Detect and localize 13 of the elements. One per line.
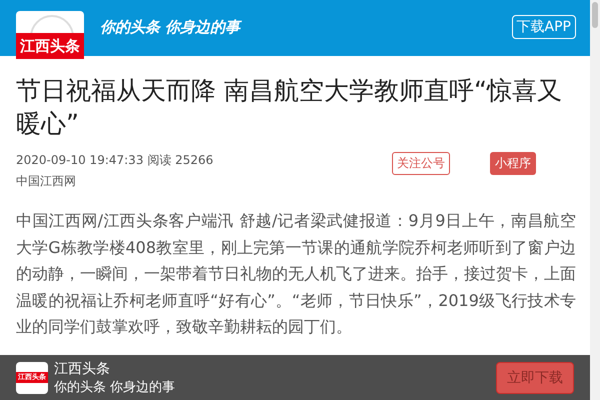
download-now-button[interactable]: 立即下载 bbox=[496, 362, 574, 394]
article-title: 节日祝福从天而降 南昌航空大学教师直呼“惊喜又暖心” bbox=[16, 75, 563, 140]
logo-icon: 江西头条 bbox=[16, 11, 84, 59]
mini-program-button[interactable]: 小程序 bbox=[490, 152, 536, 175]
scrollbar[interactable] bbox=[590, 0, 600, 400]
app-tagline: 你的头条 你身边的事 bbox=[54, 378, 176, 396]
download-app-button[interactable]: 下载APP bbox=[512, 15, 576, 39]
article-source: 中国江西网 bbox=[16, 173, 77, 190]
slogan: 你的头条 你身边的事 bbox=[100, 18, 243, 37]
article-paragraph: 中国江西网/江西头条客户端汛 舒越/记者梁武健报道：9月9日上午，南昌航空大学G栋教学楼408教室里，刚上完第一节课的通航学院乔柯老师听到了窗户边的动静，一瞬间，一架带着节日礼物的无人机飞了进来。抬手，接过贺卡，上面温暖的祝福让乔柯老师直呼“好有心”。“老师，节日快乐”，2019级飞行技术专业的同学们鼓掌欢呼，致敬辛勤耕耘的园丁们。 bbox=[16, 210, 576, 338]
publish-info: 2020-09-10 19:47:33 阅读 25266 bbox=[16, 152, 214, 169]
follow-button[interactable]: 关注公号 bbox=[392, 152, 450, 175]
app-name: 江西头条 bbox=[54, 360, 111, 378]
